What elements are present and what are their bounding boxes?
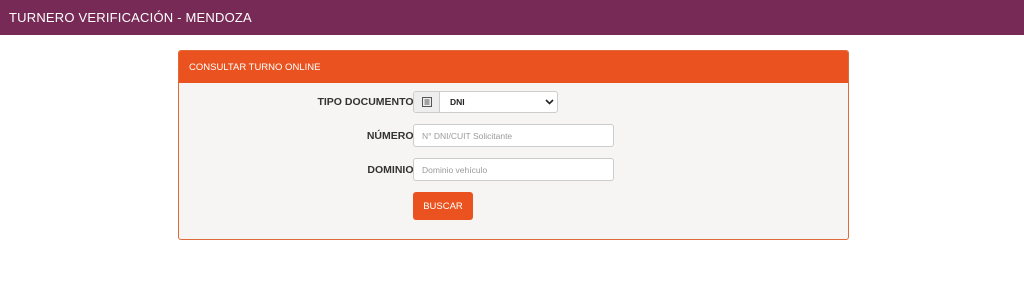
numero-label: NÚMERO: bbox=[366, 130, 417, 142]
numero-input[interactable] bbox=[413, 124, 614, 147]
tipo-documento-row: TIPO DOCUMENTO: DNI bbox=[179, 91, 848, 113]
dominio-row: DOMINIO: bbox=[179, 158, 848, 181]
dominio-input[interactable] bbox=[413, 158, 614, 181]
tipo-documento-select[interactable]: DNI bbox=[413, 91, 558, 113]
panel-title: CONSULTAR TURNO ONLINE bbox=[189, 61, 321, 73]
id-card-icon bbox=[414, 92, 440, 112]
consult-panel: CONSULTAR TURNO ONLINE TIPO DOCUMENTO: D… bbox=[178, 50, 849, 240]
numero-row: NÚMERO: bbox=[179, 124, 848, 147]
app-title: TURNERO VERIFICACIÓN - MENDOZA bbox=[9, 10, 252, 25]
panel-header: CONSULTAR TURNO ONLINE bbox=[179, 51, 848, 83]
top-bar: TURNERO VERIFICACIÓN - MENDOZA bbox=[0, 0, 1024, 35]
chevron-down-icon bbox=[541, 92, 557, 112]
tipo-documento-value: DNI bbox=[450, 97, 465, 107]
actions-row: BUSCAR bbox=[179, 192, 848, 220]
dominio-label: DOMINIO: bbox=[367, 164, 417, 176]
buscar-button[interactable]: BUSCAR bbox=[413, 192, 473, 220]
tipo-documento-label: TIPO DOCUMENTO: bbox=[317, 96, 417, 108]
